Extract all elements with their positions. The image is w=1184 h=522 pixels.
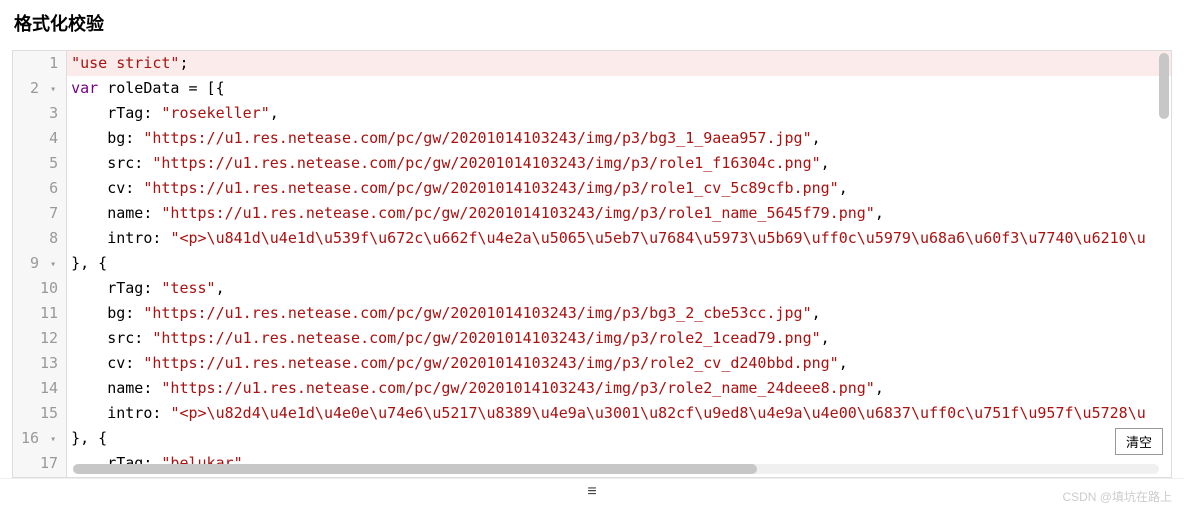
code-line[interactable]: bg: "https://u1.res.netease.com/pc/gw/20… — [67, 301, 1171, 326]
panel-title: 格式化校验 — [0, 0, 1184, 50]
line-number: 8 — [21, 226, 58, 251]
line-number: 5 — [21, 151, 58, 176]
code-line[interactable]: rTag: "rosekeller", — [67, 101, 1171, 126]
code-line[interactable]: var roleData = [{ — [67, 76, 1171, 101]
code-line[interactable]: name: "https://u1.res.netease.com/pc/gw/… — [67, 201, 1171, 226]
line-number: 10 — [21, 276, 58, 301]
line-number: 3 — [21, 101, 58, 126]
line-number: 17 — [21, 451, 58, 476]
vertical-scrollbar[interactable] — [1159, 53, 1169, 119]
watermark: CSDN @填坑在路上 — [1062, 488, 1172, 505]
line-number: 6 — [21, 176, 58, 201]
line-number: 14 — [21, 376, 58, 401]
code-line[interactable]: cv: "https://u1.res.netease.com/pc/gw/20… — [67, 351, 1171, 376]
code-line[interactable]: }, { — [67, 251, 1171, 276]
horizontal-scrollbar-thumb[interactable] — [73, 464, 757, 474]
line-number: 13 — [21, 351, 58, 376]
code-line[interactable]: }, { — [67, 426, 1171, 451]
line-number: 4 — [21, 126, 58, 151]
line-number: 9 ▾ — [21, 251, 58, 276]
line-gutter: 12 ▾3456789 ▾10111213141516 ▾17 — [13, 51, 67, 477]
line-number: 11 — [21, 301, 58, 326]
code-area[interactable]: "use strict";var roleData = [{ rTag: "ro… — [67, 51, 1171, 477]
code-line[interactable]: rTag: "tess", — [67, 276, 1171, 301]
code-line[interactable]: intro: "<p>\u841d\u4e1d\u539f\u672c\u662… — [67, 226, 1171, 251]
code-line[interactable]: "use strict"; — [67, 51, 1171, 76]
horizontal-scrollbar[interactable] — [73, 464, 1159, 474]
line-number: 16 ▾ — [21, 426, 58, 451]
fold-icon[interactable]: ▾ — [48, 77, 58, 102]
fold-icon[interactable]: ▾ — [48, 252, 58, 277]
code-line[interactable]: name: "https://u1.res.netease.com/pc/gw/… — [67, 376, 1171, 401]
code-line[interactable]: src: "https://u1.res.netease.com/pc/gw/2… — [67, 151, 1171, 176]
fold-icon[interactable]: ▾ — [48, 427, 58, 452]
line-number: 12 — [21, 326, 58, 351]
code-line[interactable]: intro: "<p>\u82d4\u4e1d\u4e0e\u74e6\u521… — [67, 401, 1171, 426]
line-number: 1 — [21, 51, 58, 76]
line-number: 2 ▾ — [21, 76, 58, 101]
code-editor[interactable]: 12 ▾3456789 ▾10111213141516 ▾17 "use str… — [12, 50, 1172, 478]
line-number: 15 — [21, 401, 58, 426]
code-line[interactable]: bg: "https://u1.res.netease.com/pc/gw/20… — [67, 126, 1171, 151]
line-number: 7 — [21, 201, 58, 226]
code-line[interactable]: src: "https://u1.res.netease.com/pc/gw/2… — [67, 326, 1171, 351]
code-line[interactable]: cv: "https://u1.res.netease.com/pc/gw/20… — [67, 176, 1171, 201]
clear-button[interactable]: 清空 — [1115, 428, 1163, 455]
resize-handle[interactable]: ≡ — [0, 478, 1184, 505]
